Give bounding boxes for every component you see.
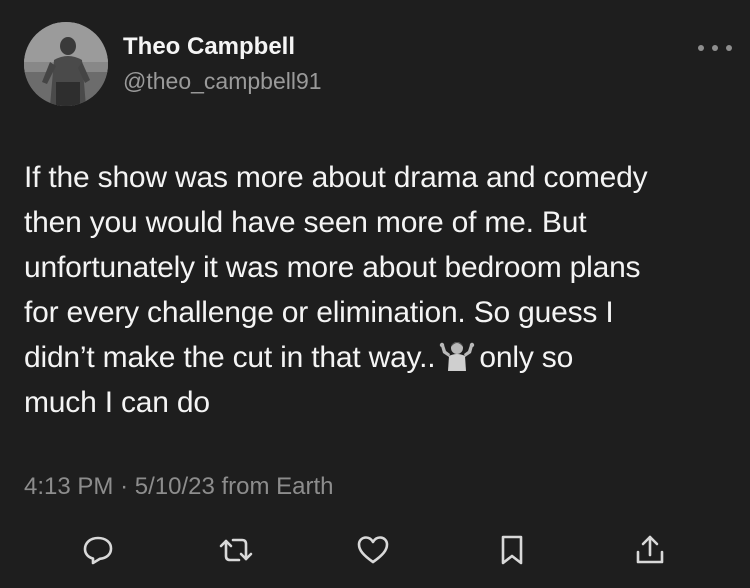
tweet-line: much I can do: [24, 386, 210, 419]
tweet-line-text: didn’t make the cut in that way..: [24, 341, 436, 374]
tweet-header: Theo Campbell @theo_campbell91: [24, 22, 732, 112]
tweet-line: for every challenge or elimination. So g…: [24, 296, 614, 329]
dot: [712, 45, 718, 51]
tweet-line: If the show was more about drama and com…: [24, 161, 648, 194]
author-names: Theo Campbell @theo_campbell91: [123, 32, 322, 96]
reply-icon: [83, 536, 113, 565]
avatar[interactable]: [24, 22, 108, 106]
action-bar: [0, 528, 750, 572]
dot: [726, 45, 732, 51]
tweet-line: then you would have seen more of me. But: [24, 206, 587, 239]
tweet-text: If the show was more about drama and com…: [24, 155, 724, 425]
reply-button[interactable]: [76, 528, 120, 572]
share-button[interactable]: [628, 528, 672, 572]
handle[interactable]: @theo_campbell91: [123, 66, 322, 96]
person-shrugging-emoji-icon: [439, 339, 475, 371]
meta-separator: ·: [120, 473, 129, 500]
tweet-line: unfortunately it was more about bedroom …: [24, 251, 641, 284]
more-options-icon[interactable]: [698, 38, 732, 58]
tweet-time[interactable]: 4:13 PM: [24, 473, 113, 500]
profile-photo-icon: [24, 22, 108, 106]
tweet-line-text: only so: [479, 341, 574, 374]
display-name[interactable]: Theo Campbell: [123, 32, 322, 62]
bookmark-icon: [501, 535, 523, 565]
repost-button[interactable]: [214, 528, 258, 572]
heart-icon: [357, 536, 389, 564]
dot: [698, 45, 704, 51]
like-button[interactable]: [351, 528, 395, 572]
share-icon: [636, 535, 664, 564]
tweet-source: from Earth: [221, 473, 334, 500]
tweet-line: didn’t make the cut in that way.. only s…: [24, 335, 724, 380]
repost-icon: [219, 538, 253, 562]
tweet-date[interactable]: 5/10/23: [135, 473, 215, 500]
tweet-meta: 4:13 PM · 5/10/23 from Earth: [24, 469, 334, 505]
bookmark-button[interactable]: [490, 528, 534, 572]
